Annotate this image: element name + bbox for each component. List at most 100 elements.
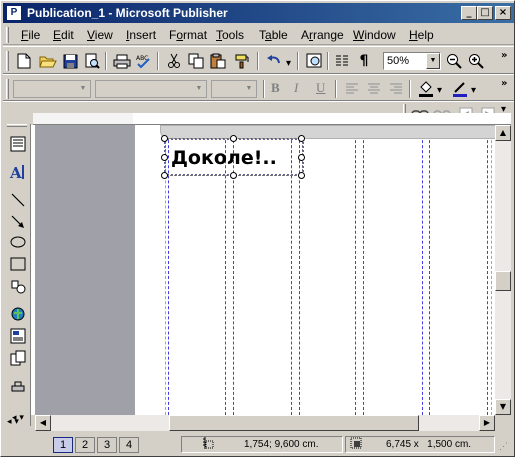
fill-color-icon[interactable] — [415, 78, 437, 100]
paste-icon[interactable] — [207, 50, 229, 72]
menu-help[interactable]: Help — [409, 28, 434, 42]
line-tool-icon[interactable] — [7, 190, 29, 210]
autoshapes-icon[interactable] — [7, 276, 29, 296]
copy-icon[interactable] — [185, 50, 207, 72]
page-button-1[interactable]: 1 — [53, 437, 73, 453]
separator — [327, 52, 329, 70]
frame-text[interactable]: Доколе!.. — [171, 147, 277, 169]
resize-handle[interactable] — [161, 172, 168, 179]
publisher-app-icon[interactable]: P — [6, 5, 22, 21]
new-icon[interactable] — [13, 50, 35, 72]
objects-scroll-icon[interactable]: ◂ ▾ — [3, 415, 33, 431]
horizontal-scrollbar[interactable]: ◀ ▶ — [35, 415, 495, 431]
zoom-select[interactable]: 50% ▼ — [383, 52, 441, 70]
align-right-icon[interactable] — [385, 78, 407, 100]
zoom-dropdown-icon[interactable]: ▼ — [426, 53, 440, 69]
menubar-grip[interactable] — [6, 27, 9, 43]
picture-frame-icon[interactable] — [7, 326, 29, 346]
print-preview-icon[interactable] — [81, 50, 103, 72]
menu-arrange[interactable]: Arrange — [301, 28, 344, 42]
align-center-icon[interactable] — [363, 78, 385, 100]
close-button[interactable]: × — [495, 6, 511, 20]
zoom-in-icon[interactable] — [465, 50, 487, 72]
cut-icon[interactable] — [163, 50, 185, 72]
status-bar: 1 2 3 4 1,754; 9,600 cm. 6,745 x 1,500 c… — [3, 433, 514, 455]
vertical-scroll-thumb[interactable] — [495, 271, 511, 291]
menu-format[interactable]: Format — [169, 28, 207, 42]
menu-edit[interactable]: Edit — [53, 28, 74, 42]
save-icon[interactable] — [59, 50, 81, 72]
page-button-3[interactable]: 3 — [97, 437, 117, 453]
open-icon[interactable] — [37, 50, 59, 72]
line-color-icon[interactable] — [449, 78, 471, 100]
design-gallery-icon[interactable] — [7, 348, 29, 368]
horizontal-ruler[interactable] — [33, 113, 511, 125]
scrollbar-corner — [495, 415, 511, 431]
menu-view[interactable]: View — [87, 28, 113, 42]
font-dropdown-icon[interactable]: ▼ — [192, 81, 206, 97]
maximize-button[interactable]: □ — [477, 6, 493, 20]
menu-window[interactable]: Window — [353, 28, 396, 42]
clip-gallery-icon[interactable] — [7, 304, 29, 324]
resize-handle[interactable] — [161, 135, 168, 142]
scroll-up-button[interactable]: ▲ — [495, 125, 511, 141]
vertical-scrollbar[interactable]: ▲ ▼ — [495, 125, 511, 415]
fill-color-dropdown-icon[interactable]: ▾ — [437, 85, 442, 96]
align-left-icon[interactable] — [341, 78, 363, 100]
title-bar[interactable]: P Publication_1 - Microsoft Publisher _ … — [3, 3, 514, 23]
horizontal-scroll-thumb[interactable] — [169, 415, 419, 431]
resize-handle[interactable] — [161, 154, 168, 161]
publication-workspace[interactable]: Доколе!.. — [35, 125, 495, 415]
page-button-4[interactable]: 4 — [119, 437, 139, 453]
scroll-down-button[interactable]: ▼ — [495, 399, 511, 415]
menu-insert[interactable]: Insert — [126, 28, 156, 42]
zoom-out-icon[interactable] — [443, 50, 465, 72]
undo-dropdown-icon[interactable]: ▾ — [286, 58, 291, 69]
underline-button[interactable]: U — [316, 80, 325, 96]
menu-bar: File Edit View Insert Format Tools Table… — [3, 25, 514, 45]
menu-table[interactable]: Table — [259, 28, 288, 42]
toolbar-grip[interactable] — [7, 124, 27, 127]
minimize-button[interactable]: _ — [461, 6, 477, 20]
column-guide — [487, 125, 488, 415]
toolbar-grip[interactable] — [6, 79, 9, 99]
text-box-icon[interactable]: A — [7, 162, 29, 182]
resize-handle[interactable] — [298, 172, 305, 179]
hot-spot-icon[interactable] — [7, 376, 29, 396]
special-characters-icon[interactable]: ¶ — [353, 50, 375, 72]
formatting-overflow-icon[interactable]: » — [501, 78, 507, 89]
resize-handle[interactable] — [230, 172, 237, 179]
oval-tool-icon[interactable] — [7, 232, 29, 252]
print-icon[interactable] — [111, 50, 133, 72]
web-preview-icon[interactable] — [303, 50, 325, 72]
header-shape[interactable] — [160, 125, 495, 139]
font-size-dropdown-icon[interactable]: ▼ — [242, 81, 256, 97]
menu-tools[interactable]: Tools — [216, 28, 244, 42]
line-color-dropdown-icon[interactable]: ▾ — [471, 85, 476, 96]
resize-grip-icon[interactable]: ⋰ — [499, 441, 508, 452]
resize-handle[interactable] — [298, 154, 305, 161]
resize-handle[interactable] — [230, 135, 237, 142]
columns-icon[interactable] — [331, 50, 353, 72]
style-dropdown-icon[interactable]: ▼ — [76, 81, 90, 97]
toolbar-grip[interactable] — [6, 51, 9, 71]
italic-button[interactable]: I — [294, 80, 298, 96]
font-size-select[interactable]: ▼ — [211, 80, 257, 98]
scroll-left-button[interactable]: ◀ — [35, 415, 51, 431]
select-objects-icon[interactable] — [7, 134, 29, 154]
font-select[interactable]: ▼ — [95, 80, 207, 98]
menu-file[interactable]: File — [21, 28, 40, 42]
spelling-icon[interactable]: ABC — [133, 50, 155, 72]
scroll-right-button[interactable]: ▶ — [479, 415, 495, 431]
undo-icon[interactable] — [263, 50, 285, 72]
toolbar-overflow-icon[interactable]: » — [501, 50, 507, 61]
style-select[interactable]: ▼ — [13, 80, 91, 98]
resize-handle[interactable] — [298, 135, 305, 142]
page-button-2[interactable]: 2 — [75, 437, 95, 453]
position-icon — [202, 436, 214, 455]
arrow-tool-icon[interactable] — [7, 212, 29, 232]
rectangle-tool-icon[interactable] — [7, 254, 29, 274]
bold-button[interactable]: B — [271, 80, 280, 96]
format-painter-icon[interactable] — [231, 50, 253, 72]
zoom-value: 50% — [387, 55, 410, 67]
